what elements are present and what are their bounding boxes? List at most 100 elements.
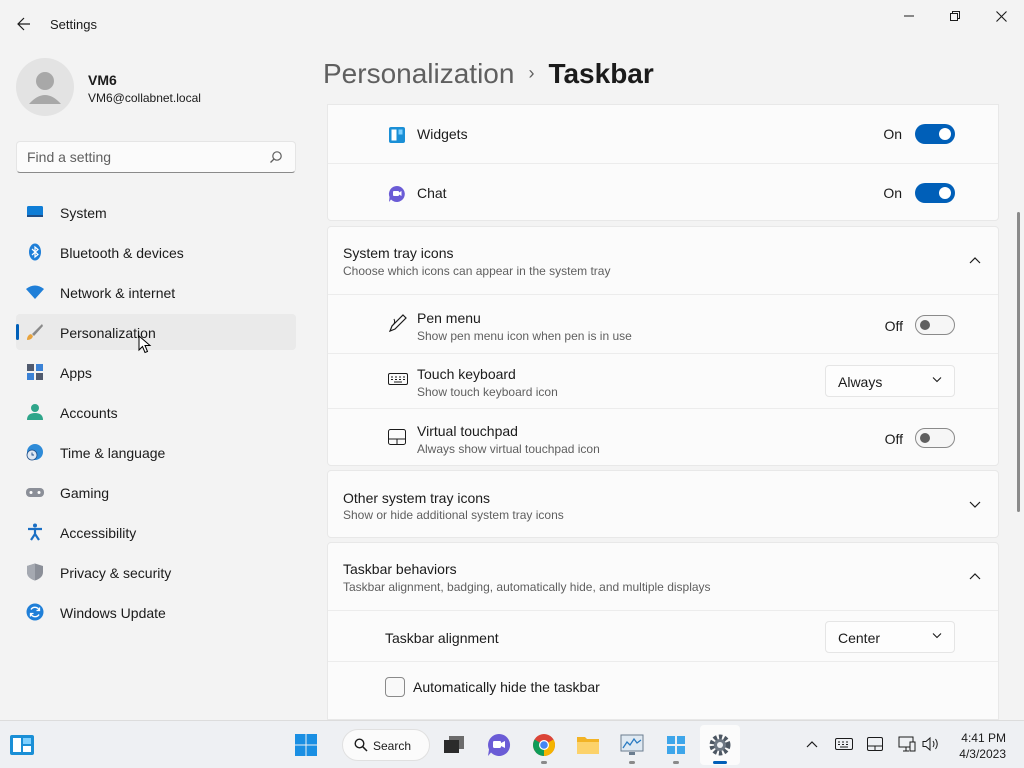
- folder-icon: [577, 737, 599, 754]
- alignment-dropdown[interactable]: Center: [825, 621, 955, 653]
- virtual-touchpad-title: Virtual touchpad: [417, 423, 518, 439]
- minimize-button[interactable]: [886, 0, 932, 32]
- breadcrumb-separator: ›: [528, 63, 535, 83]
- clock-time[interactable]: 4:41 PM: [950, 731, 1006, 745]
- system-tray-card: System tray icons Choose which icons can…: [327, 226, 999, 466]
- sidebar-item-system[interactable]: System: [16, 194, 296, 230]
- sidebar-item-label: Gaming: [60, 485, 110, 501]
- system-tray-header[interactable]: System tray icons Choose which icons can…: [328, 227, 998, 294]
- pen-icon: [388, 314, 407, 333]
- keyboard-icon: [388, 373, 408, 385]
- sidebar-item-time-language[interactable]: Time & language: [16, 434, 296, 470]
- touchpad-tray-button[interactable]: [866, 735, 884, 753]
- chevron-up-icon[interactable]: [969, 572, 981, 580]
- virtual-touchpad-state: Off: [884, 431, 903, 447]
- touch-keyboard-dropdown[interactable]: Always: [825, 365, 955, 397]
- settings-search[interactable]: [16, 141, 296, 173]
- sidebar-item-privacy-security[interactable]: Privacy & security: [16, 554, 296, 590]
- widgets-icon: [10, 735, 34, 755]
- search-icon[interactable]: [269, 150, 283, 164]
- start-button[interactable]: [286, 725, 326, 765]
- pen-menu-subtitle: Show pen menu icon when pen is in use: [417, 329, 632, 343]
- breadcrumb-parent[interactable]: Personalization: [323, 58, 514, 89]
- touchpad-icon: [388, 429, 406, 445]
- sidebar-item-windows-update[interactable]: Windows Update: [16, 594, 296, 630]
- touchpad-icon: [867, 737, 883, 751]
- avatar[interactable]: [16, 58, 74, 116]
- other-tray-card[interactable]: Other system tray icons Show or hide add…: [327, 470, 999, 538]
- other-tray-title: Other system tray icons: [343, 490, 491, 506]
- widgets-toggle[interactable]: [915, 124, 955, 144]
- sidebar-item-apps[interactable]: Apps: [16, 354, 296, 390]
- resource-monitor-button[interactable]: [612, 725, 652, 765]
- other-tray-subtitle: Show or hide additional system tray icon…: [343, 508, 564, 522]
- sidebar-item-label: Network & internet: [60, 285, 176, 301]
- sidebar-item-accessibility[interactable]: Accessibility: [16, 514, 296, 550]
- page-title: Taskbar: [548, 58, 654, 89]
- pen-menu-row: Pen menu Show pen menu icon when pen is …: [328, 294, 998, 353]
- touch-keyboard-title: Touch keyboard: [417, 366, 516, 382]
- control-panel-button[interactable]: [656, 725, 696, 765]
- running-indicator: [629, 761, 635, 764]
- search-input[interactable]: [17, 142, 257, 172]
- taskbar-search-label: Search: [373, 739, 412, 753]
- chat-row: Chat On: [328, 163, 998, 222]
- user-name: VM6: [88, 72, 117, 88]
- search-icon: [354, 738, 368, 752]
- alignment-label: Taskbar alignment: [385, 630, 499, 646]
- pen-menu-toggle[interactable]: [915, 315, 955, 335]
- chevron-down-icon: [932, 377, 942, 383]
- file-explorer-button[interactable]: [568, 725, 608, 765]
- autohide-checkbox[interactable]: [385, 677, 405, 697]
- taskbar-items-card: Widgets On Chat On: [327, 104, 999, 221]
- brush-icon: [27, 324, 43, 340]
- bluetooth-icon: [29, 243, 41, 261]
- sidebar-item-label: Bluetooth & devices: [60, 245, 184, 261]
- user-email: VM6@collabnet.local: [88, 91, 201, 105]
- teams-chat-button[interactable]: [479, 725, 519, 765]
- virtual-touchpad-toggle[interactable]: [915, 428, 955, 448]
- sidebar-item-personalization[interactable]: Personalization: [16, 314, 296, 350]
- autohide-label[interactable]: Automatically hide the taskbar: [413, 679, 600, 695]
- close-button[interactable]: [978, 0, 1024, 32]
- update-icon: [26, 603, 44, 621]
- network-tray-button[interactable]: [898, 735, 916, 753]
- chevron-up-icon[interactable]: [969, 256, 981, 264]
- virtual-touchpad-row: Virtual touchpad Always show virtual tou…: [328, 408, 998, 467]
- chrome-icon: [533, 734, 555, 756]
- chat-toggle[interactable]: [915, 183, 955, 203]
- task-view-button[interactable]: [434, 725, 474, 765]
- show-hidden-icons-button[interactable]: [803, 735, 821, 753]
- close-icon: [995, 10, 1007, 22]
- touch-keyboard-tray-button[interactable]: [835, 735, 853, 753]
- system-tray-subtitle: Choose which icons can appear in the sys…: [343, 264, 611, 278]
- sidebar-item-gaming[interactable]: Gaming: [16, 474, 296, 510]
- chevron-down-icon[interactable]: [969, 501, 981, 509]
- settings-taskbar-button[interactable]: [700, 725, 740, 765]
- chat-state: On: [883, 185, 902, 201]
- behaviors-header[interactable]: Taskbar behaviors Taskbar alignment, bad…: [328, 543, 998, 610]
- behaviors-title: Taskbar behaviors: [343, 561, 457, 577]
- clock-date[interactable]: 4/3/2023: [950, 747, 1006, 761]
- restore-icon: [950, 11, 960, 21]
- sidebar-item-label: Privacy & security: [60, 565, 172, 581]
- os-taskbar: Search 4:41 PM 4/3/2023: [0, 720, 1024, 768]
- widgets-taskbar-button[interactable]: [2, 725, 42, 765]
- taskbar-search[interactable]: Search: [342, 729, 430, 761]
- chat-icon: [488, 733, 511, 756]
- monitor-chart-icon: [620, 734, 644, 755]
- chat-label: Chat: [417, 185, 447, 201]
- widgets-label: Widgets: [417, 126, 468, 142]
- back-button[interactable]: [10, 10, 38, 38]
- minimize-icon: [904, 15, 914, 17]
- pen-menu-title: Pen menu: [417, 310, 481, 326]
- sidebar-item-accounts[interactable]: Accounts: [16, 394, 296, 430]
- sidebar-item-bluetooth[interactable]: Bluetooth & devices: [16, 234, 296, 270]
- windows-logo-icon: [295, 734, 317, 756]
- scrollbar[interactable]: [1017, 212, 1020, 512]
- gamepad-icon: [26, 488, 44, 497]
- volume-tray-button[interactable]: [922, 735, 940, 753]
- sidebar-item-network[interactable]: Network & internet: [16, 274, 296, 310]
- maximize-button[interactable]: [932, 0, 978, 32]
- chrome-button[interactable]: [524, 725, 564, 765]
